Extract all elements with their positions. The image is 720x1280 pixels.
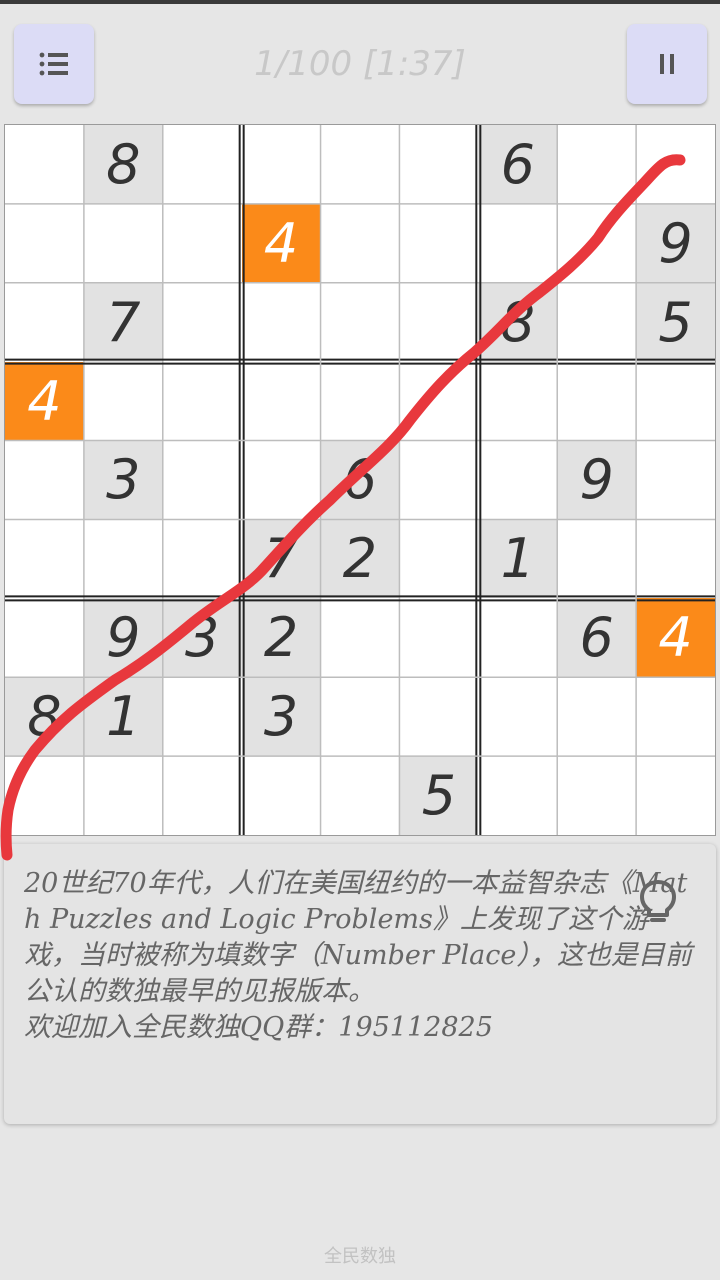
sudoku-cell-r2c7[interactable] [478, 204, 557, 283]
sudoku-cell-r3c4[interactable] [242, 283, 321, 362]
sudoku-cell-r1c5[interactable] [321, 125, 400, 204]
sudoku-cell-r8c4[interactable]: 3 [241, 677, 321, 757]
sudoku-cell-r1c3[interactable] [163, 125, 242, 204]
sudoku-cell-r7c8[interactable]: 6 [557, 598, 637, 678]
sudoku-cell-r4c8[interactable] [557, 362, 636, 441]
sudoku-cell-r9c8[interactable] [557, 756, 636, 835]
sudoku-cell-r9c3[interactable] [163, 756, 242, 835]
sudoku-cell-r9c5[interactable] [321, 756, 400, 835]
sudoku-cell-r1c6[interactable] [399, 125, 478, 204]
sudoku-cell-r8c1[interactable]: 8 [5, 677, 84, 757]
menu-button[interactable] [14, 24, 94, 104]
sudoku-cell-r2c4[interactable]: 4 [241, 203, 321, 283]
sudoku-cell-r4c9[interactable] [636, 362, 715, 441]
sudoku-cell-r3c3[interactable] [163, 283, 242, 362]
puzzle-progress-timer: 1/100 [1:37] [254, 44, 466, 84]
sudoku-cell-r6c7[interactable]: 1 [478, 519, 558, 599]
sudoku-cell-r2c6[interactable] [399, 204, 478, 283]
sudoku-cell-r8c3[interactable] [163, 677, 242, 756]
sudoku-cell-r6c3[interactable] [163, 519, 242, 598]
sudoku-cell-r9c7[interactable] [478, 756, 557, 835]
sudoku-cell-r4c2[interactable] [84, 362, 163, 441]
sudoku-cell-r4c3[interactable] [163, 362, 242, 441]
sudoku-cell-r1c2[interactable]: 8 [83, 125, 163, 204]
sudoku-cell-r7c9[interactable]: 4 [636, 598, 715, 678]
sudoku-cell-r5c6[interactable] [399, 441, 478, 520]
sudoku-cell-r7c4[interactable]: 2 [241, 598, 321, 678]
sudoku-cell-r3c8[interactable] [557, 283, 636, 362]
sudoku-cell-r8c9[interactable] [636, 677, 715, 756]
pause-icon [660, 54, 674, 74]
sudoku-cell-r9c4[interactable] [242, 756, 321, 835]
sudoku-cell-r3c9[interactable]: 5 [636, 282, 715, 362]
sudoku-cell-r9c9[interactable] [636, 756, 715, 835]
sudoku-cell-r5c9[interactable] [636, 441, 715, 520]
sudoku-cell-r7c3[interactable]: 3 [162, 598, 242, 678]
sudoku-cell-r4c4[interactable] [242, 362, 321, 441]
sudoku-cell-r2c8[interactable] [557, 204, 636, 283]
sudoku-cell-r5c7[interactable] [478, 441, 557, 520]
sudoku-cell-r3c5[interactable] [321, 283, 400, 362]
sudoku-cell-r5c8[interactable]: 9 [557, 440, 637, 520]
sudoku-cell-r9c2[interactable] [84, 756, 163, 835]
sudoku-cell-r3c6[interactable] [399, 283, 478, 362]
sudoku-cell-r6c1[interactable] [5, 519, 84, 598]
sudoku-cell-r4c7[interactable] [478, 362, 557, 441]
sudoku-cell-r6c5[interactable]: 2 [320, 519, 400, 599]
sudoku-cell-r5c5[interactable]: 6 [320, 440, 400, 520]
sudoku-cell-r3c1[interactable] [5, 283, 84, 362]
sudoku-cell-r1c8[interactable] [557, 125, 636, 204]
sudoku-cell-r7c6[interactable] [399, 598, 478, 677]
sudoku-cell-r4c5[interactable] [321, 362, 400, 441]
sudoku-cell-r2c5[interactable] [321, 204, 400, 283]
sudoku-cell-r7c2[interactable]: 9 [83, 598, 163, 678]
sudoku-cell-r1c9[interactable] [636, 125, 715, 204]
sudoku-cell-r7c7[interactable] [478, 598, 557, 677]
sudoku-cell-r5c2[interactable]: 3 [83, 440, 163, 520]
sudoku-cell-r6c4[interactable]: 7 [241, 519, 321, 599]
sudoku-cell-r2c2[interactable] [84, 204, 163, 283]
lightbulb-icon [640, 880, 676, 922]
sudoku-cell-r2c9[interactable]: 9 [636, 203, 715, 283]
sudoku-cell-r8c6[interactable] [399, 677, 478, 756]
sudoku-cell-r1c1[interactable] [5, 125, 84, 204]
info-card: 20世纪70年代，人们在美国纽约的一本益智杂志《Math Puzzles and… [4, 844, 716, 1124]
menu-icon [39, 52, 68, 76]
sudoku-cell-r8c8[interactable] [557, 677, 636, 756]
sudoku-cell-r5c4[interactable] [242, 441, 321, 520]
sudoku-cell-r1c7[interactable]: 6 [478, 125, 558, 204]
sudoku-cell-r4c6[interactable] [399, 362, 478, 441]
info-text: 20世纪70年代，人们在美国纽约的一本益智杂志《Math Puzzles and… [24, 868, 692, 1043]
sudoku-cell-r6c9[interactable] [636, 519, 715, 598]
sudoku-board: 86497854369721932648135 [4, 124, 716, 836]
sudoku-cell-r6c8[interactable] [557, 519, 636, 598]
sudoku-cell-r5c3[interactable] [163, 441, 242, 520]
status-bar-line [0, 0, 720, 4]
sudoku-cell-r7c5[interactable] [321, 598, 400, 677]
sudoku-cell-r8c7[interactable] [478, 677, 557, 756]
pause-button[interactable] [627, 24, 707, 104]
sudoku-cell-r2c1[interactable] [5, 204, 84, 283]
sudoku-cell-r2c3[interactable] [163, 204, 242, 283]
sudoku-cell-r1c4[interactable] [242, 125, 321, 204]
sudoku-cell-r6c2[interactable] [84, 519, 163, 598]
sudoku-cell-r9c6[interactable]: 5 [399, 756, 479, 835]
sudoku-cell-r6c6[interactable] [399, 519, 478, 598]
sudoku-cell-r8c2[interactable]: 1 [83, 677, 163, 757]
hint-button[interactable] [636, 878, 680, 930]
sudoku-cell-r3c7[interactable]: 8 [478, 282, 558, 362]
app-name-footer: 全民数独 [324, 1246, 396, 1267]
sudoku-cell-r5c1[interactable] [5, 441, 84, 520]
sudoku-cell-r8c5[interactable] [321, 677, 400, 756]
sudoku-cell-r9c1[interactable] [5, 756, 84, 835]
sudoku-cell-r7c1[interactable] [5, 598, 84, 677]
sudoku-cell-r3c2[interactable]: 7 [83, 282, 163, 362]
sudoku-cell-r4c1[interactable]: 4 [5, 361, 84, 441]
